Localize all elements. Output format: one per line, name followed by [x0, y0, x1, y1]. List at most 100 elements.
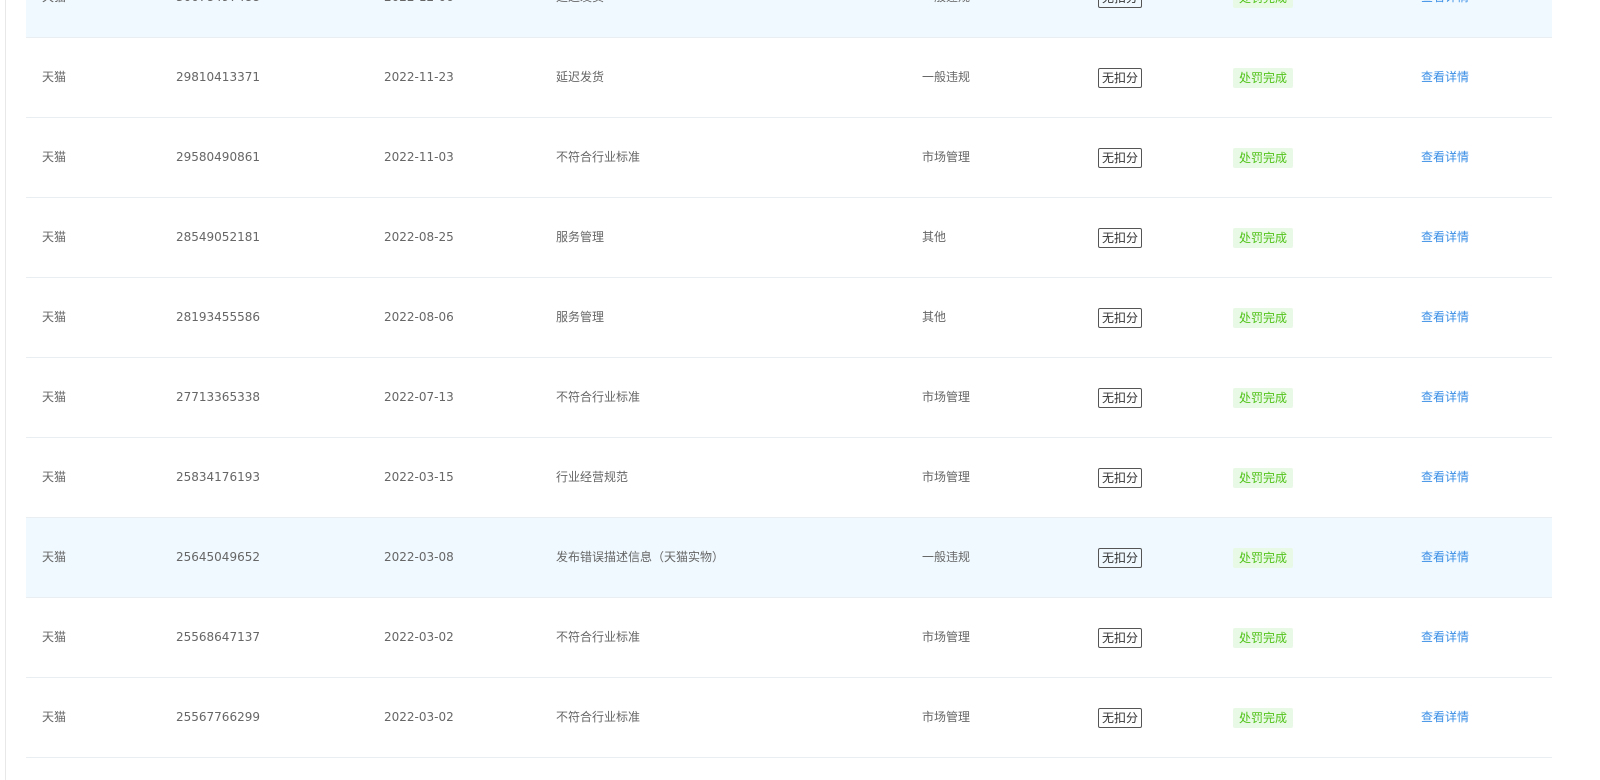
date-cell: 2022-03-02	[384, 710, 454, 724]
score-badge: 无扣分	[1098, 307, 1143, 328]
view-details-link[interactable]: 查看详情	[1421, 150, 1469, 164]
record-id-cell: 29580490861	[176, 150, 260, 164]
score-cell: 无扣分	[1098, 0, 1143, 37]
status-badge: 处罚完成	[1233, 387, 1294, 408]
violation-reason-cell: 延迟发货	[556, 0, 604, 37]
status-badge: 处罚完成	[1233, 227, 1294, 248]
table-row: 天猫 25568647137 2022-03-02 不符合行业标准 市场管理 无…	[26, 598, 1552, 678]
record-id-cell: 25645049652	[176, 550, 260, 564]
score-badge: 无扣分	[1098, 547, 1143, 568]
date-cell: 2022-08-25	[384, 230, 454, 244]
action-cell: 查看详情	[1421, 358, 1469, 437]
status-cell: 处罚完成	[1233, 278, 1294, 357]
date-cell: 2022-03-02	[384, 630, 454, 644]
violation-reason-cell: 不符合行业标准	[556, 710, 641, 724]
violation-reason-cell: 服务管理	[556, 310, 605, 324]
violation-reason-cell: 不符合行业标准	[556, 150, 641, 164]
score-badge: 无扣分	[1098, 707, 1143, 728]
record-id-cell: 25567766299	[176, 710, 260, 724]
action-cell: 查看详情	[1421, 198, 1469, 277]
violation-type-cell: 一般违规	[922, 0, 970, 37]
status-cell: 处罚完成	[1233, 358, 1294, 437]
table-row: 天猫 27713365338 2022-07-13 不符合行业标准 市场管理 无…	[26, 358, 1552, 438]
view-details-link[interactable]: 查看详情	[1421, 0, 1469, 4]
score-cell: 无扣分	[1098, 678, 1143, 757]
score-cell: 无扣分	[1098, 598, 1143, 677]
record-id-cell: 30078497488	[176, 0, 260, 37]
records-table: 天猫 30078497488 2022-12-06 延迟发货 一般违规 无扣分 …	[26, 0, 1552, 758]
platform-cell: 天猫	[42, 470, 67, 484]
status-cell: 处罚完成	[1233, 198, 1294, 277]
view-details-link[interactable]: 查看详情	[1421, 70, 1469, 84]
violation-type-cell: 其他	[922, 310, 947, 324]
view-details-link[interactable]: 查看详情	[1421, 630, 1469, 644]
score-cell: 无扣分	[1098, 198, 1143, 277]
status-cell: 处罚完成	[1233, 598, 1294, 677]
action-cell: 查看详情	[1421, 118, 1469, 197]
status-badge: 处罚完成	[1233, 0, 1294, 8]
record-id-cell: 25568647137	[176, 630, 260, 644]
status-badge: 处罚完成	[1233, 707, 1294, 728]
platform-cell: 天猫	[42, 70, 67, 84]
action-cell: 查看详情	[1421, 598, 1469, 677]
violation-type-cell: 一般违规	[922, 550, 971, 564]
view-details-link[interactable]: 查看详情	[1421, 310, 1469, 324]
platform-cell: 天猫	[42, 0, 66, 37]
action-cell: 查看详情	[1421, 438, 1469, 517]
view-details-link[interactable]: 查看详情	[1421, 230, 1469, 244]
view-details-link[interactable]: 查看详情	[1421, 710, 1469, 724]
status-badge: 处罚完成	[1233, 627, 1294, 648]
violation-type-cell: 一般违规	[922, 70, 971, 84]
score-badge: 无扣分	[1098, 67, 1143, 88]
violation-type-cell: 市场管理	[922, 470, 971, 484]
status-badge: 处罚完成	[1233, 147, 1294, 168]
score-badge: 无扣分	[1098, 387, 1143, 408]
status-cell: 处罚完成	[1233, 118, 1294, 197]
date-cell: 2022-03-15	[384, 470, 454, 484]
score-cell: 无扣分	[1098, 118, 1143, 197]
violation-records-page: 天猫 30078497488 2022-12-06 延迟发货 一般违规 无扣分 …	[0, 0, 1600, 780]
table-row: 天猫 28549052181 2022-08-25 服务管理 其他 无扣分 处罚…	[26, 198, 1552, 278]
status-badge: 处罚完成	[1233, 467, 1294, 488]
status-badge: 处罚完成	[1233, 307, 1294, 328]
status-badge: 处罚完成	[1233, 67, 1294, 88]
score-badge: 无扣分	[1098, 627, 1143, 648]
violation-reason-cell: 不符合行业标准	[556, 390, 641, 404]
date-cell: 2022-11-03	[384, 150, 454, 164]
action-cell: 查看详情	[1421, 278, 1469, 357]
table-row: 天猫 28193455586 2022-08-06 服务管理 其他 无扣分 处罚…	[26, 278, 1552, 358]
record-id-cell: 27713365338	[176, 390, 260, 404]
action-cell: 查看详情	[1421, 0, 1469, 37]
content-left-border	[5, 0, 6, 780]
score-badge: 无扣分	[1098, 0, 1143, 8]
score-badge: 无扣分	[1098, 147, 1143, 168]
score-cell: 无扣分	[1098, 358, 1143, 437]
status-cell: 处罚完成	[1233, 438, 1294, 517]
table-row: 天猫 25567766299 2022-03-02 不符合行业标准 市场管理 无…	[26, 678, 1552, 758]
violation-type-cell: 市场管理	[922, 150, 971, 164]
score-cell: 无扣分	[1098, 518, 1143, 597]
table-row: 天猫 30078497488 2022-12-06 延迟发货 一般违规 无扣分 …	[26, 0, 1552, 38]
violation-type-cell: 市场管理	[922, 710, 971, 724]
violation-type-cell: 其他	[922, 230, 947, 244]
view-details-link[interactable]: 查看详情	[1421, 390, 1469, 404]
status-cell: 处罚完成	[1233, 38, 1294, 117]
view-details-link[interactable]: 查看详情	[1421, 470, 1469, 484]
violation-reason-cell: 发布错误描述信息（天猫实物）	[556, 550, 725, 564]
violation-reason-cell: 服务管理	[556, 230, 605, 244]
violation-type-cell: 市场管理	[922, 390, 971, 404]
date-cell: 2022-11-23	[384, 70, 454, 84]
status-cell: 处罚完成	[1233, 0, 1294, 37]
platform-cell: 天猫	[42, 390, 67, 404]
record-id-cell: 28549052181	[176, 230, 260, 244]
record-id-cell: 28193455586	[176, 310, 260, 324]
score-badge: 无扣分	[1098, 467, 1143, 488]
score-badge: 无扣分	[1098, 227, 1143, 248]
date-cell: 2022-03-08	[384, 550, 454, 564]
status-badge: 处罚完成	[1233, 547, 1294, 568]
date-cell: 2022-07-13	[384, 390, 454, 404]
view-details-link[interactable]: 查看详情	[1421, 550, 1469, 564]
action-cell: 查看详情	[1421, 518, 1469, 597]
score-cell: 无扣分	[1098, 278, 1143, 357]
platform-cell: 天猫	[42, 310, 67, 324]
